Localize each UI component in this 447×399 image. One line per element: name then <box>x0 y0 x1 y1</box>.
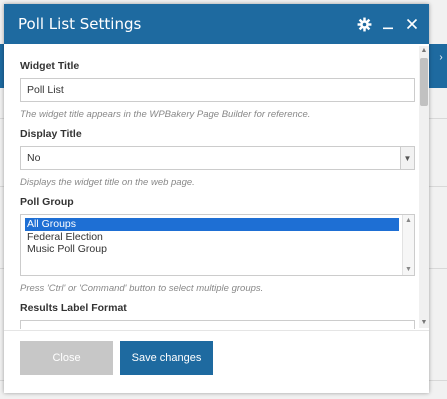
modal-title: Poll List Settings <box>18 15 142 33</box>
poll-group-label: Poll Group <box>20 196 74 208</box>
poll-group-option-all-groups[interactable]: All Groups <box>25 218 399 231</box>
scroll-down-icon[interactable]: ▼ <box>403 264 414 275</box>
close-button[interactable]: Close <box>20 341 113 375</box>
results-label-format-input[interactable] <box>20 320 415 329</box>
scroll-up-icon[interactable]: ▲ <box>403 215 414 226</box>
modal-body: Widget Title The widget title appears in… <box>4 44 429 329</box>
settings-modal: Poll List Settings Widget Title Poll Lis… <box>4 4 429 393</box>
display-title-label: Display Title <box>20 128 82 140</box>
modal-footer: Close Save changes <box>4 330 429 393</box>
save-changes-button[interactable]: Save changes <box>120 341 213 375</box>
display-title-hint: Displays the widget title on the web pag… <box>20 177 195 188</box>
minimize-icon[interactable] <box>379 15 397 33</box>
scroll-up-icon[interactable]: ▲ <box>419 46 429 56</box>
poll-group-hint: Press 'Ctrl' or 'Command' button to sele… <box>20 283 264 294</box>
scrollbar-thumb[interactable] <box>420 58 428 106</box>
modal-header: Poll List Settings <box>4 4 429 44</box>
widget-title-input[interactable] <box>20 78 415 102</box>
chevron-down-icon[interactable]: ▼ <box>400 147 414 169</box>
widget-title-label: Widget Title <box>20 60 80 72</box>
poll-group-option-music-poll-group[interactable]: Music Poll Group <box>25 243 399 256</box>
poll-group-option-federal-election[interactable]: Federal Election <box>25 231 399 244</box>
poll-group-scrollbar[interactable]: ▲ ▼ <box>402 215 414 275</box>
poll-group-multiselect[interactable]: All Groups Federal Election Music Poll G… <box>20 214 415 276</box>
background-chevron-icon: › <box>439 52 443 63</box>
scroll-down-icon[interactable]: ▼ <box>419 318 429 328</box>
header-controls <box>355 4 421 44</box>
close-icon[interactable] <box>403 15 421 33</box>
display-title-select[interactable]: No ▼ <box>20 146 415 170</box>
display-title-value: No <box>27 152 41 164</box>
settings-form: Widget Title The widget title appears in… <box>4 44 416 329</box>
gear-icon[interactable] <box>355 15 373 33</box>
modal-scrollbar[interactable]: ▲ ▼ <box>419 46 429 328</box>
results-label-format-label: Results Label Format <box>20 302 127 314</box>
widget-title-hint: The widget title appears in the WPBakery… <box>20 109 311 120</box>
